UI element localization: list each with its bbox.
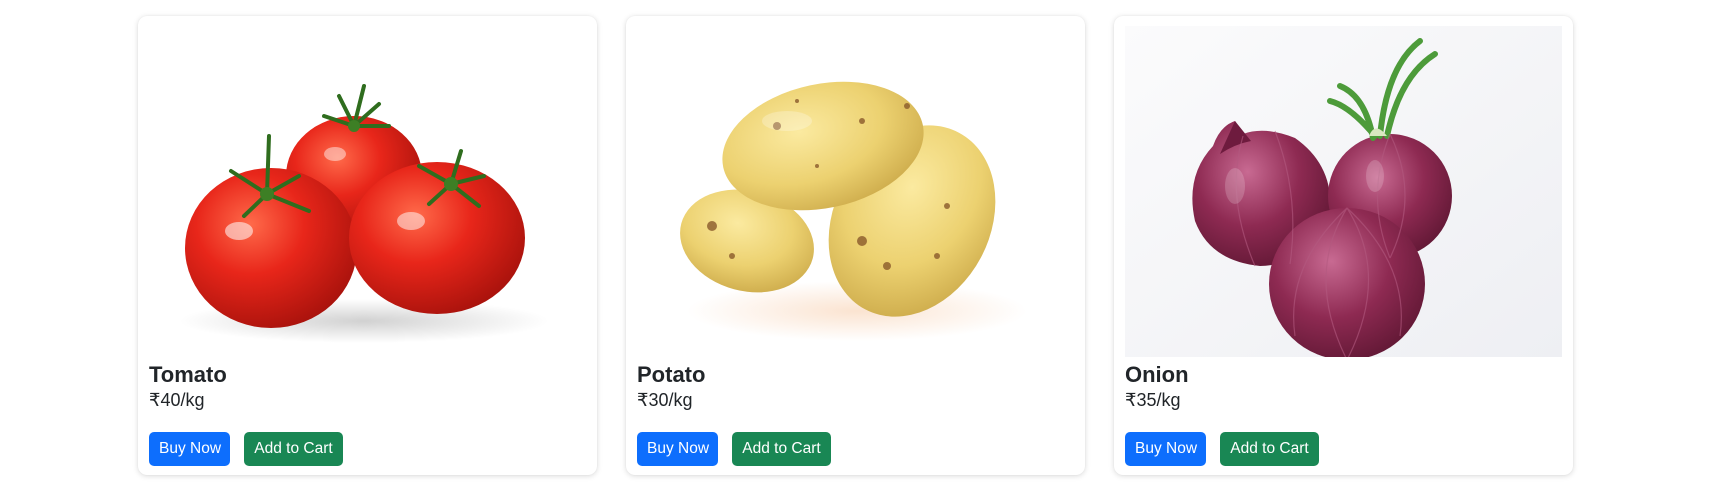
add-to-cart-button[interactable]: Add to Cart <box>244 432 343 466</box>
potato-image <box>637 26 1074 357</box>
tomato-image <box>149 26 586 357</box>
buy-now-button[interactable]: Buy Now <box>637 432 718 466</box>
onion-image <box>1125 26 1562 357</box>
product-grid: Tomato ₹40/kg Buy Now Add to Cart Potato… <box>0 0 1714 486</box>
product-card-onion: Onion ₹35/kg Buy Now Add to Cart <box>1114 16 1573 475</box>
buy-now-button[interactable]: Buy Now <box>149 432 230 466</box>
product-name: Onion <box>1125 362 1189 387</box>
buy-now-button[interactable]: Buy Now <box>1125 432 1206 466</box>
product-price: ₹35/kg <box>1125 390 1181 410</box>
add-to-cart-button[interactable]: Add to Cart <box>732 432 831 466</box>
product-price: ₹40/kg <box>149 390 205 410</box>
product-name: Potato <box>637 362 706 387</box>
product-name: Tomato <box>149 362 227 387</box>
product-card-tomato: Tomato ₹40/kg Buy Now Add to Cart <box>138 16 597 475</box>
product-price: ₹30/kg <box>637 390 693 410</box>
product-card-potato: Potato ₹30/kg Buy Now Add to Cart <box>626 16 1085 475</box>
add-to-cart-button[interactable]: Add to Cart <box>1220 432 1319 466</box>
